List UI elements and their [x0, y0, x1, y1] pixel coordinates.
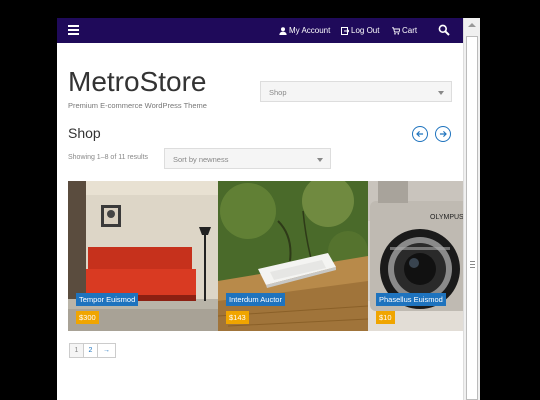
- product-name[interactable]: Interdum Auctor: [226, 293, 285, 306]
- page-2-button[interactable]: 2: [83, 343, 98, 358]
- camera-brand-mark: OLYMPUS: [430, 214, 463, 221]
- product-name[interactable]: Tempor Euismod: [76, 293, 139, 306]
- top-bar: My Account Log Out Cart: [57, 18, 463, 43]
- user-icon: [279, 26, 287, 35]
- sort-select[interactable]: Sort by newness: [164, 148, 331, 169]
- vertical-scrollbar[interactable]: [463, 18, 480, 400]
- shop-select-value: Shop: [269, 88, 287, 97]
- shop-category-select[interactable]: Shop: [260, 81, 452, 102]
- product-price: $143: [226, 311, 249, 324]
- product-grid: Tempor Euismod $300 Interdum Auctor $143: [68, 181, 463, 331]
- prev-arrow-button[interactable]: [412, 126, 428, 142]
- product-image-sofa: [68, 181, 218, 331]
- product-price: $300: [76, 311, 99, 324]
- log-out-label: Log Out: [351, 26, 380, 35]
- product-card[interactable]: Tempor Euismod $300: [68, 181, 218, 331]
- next-page-button[interactable]: →: [97, 343, 116, 358]
- product-image-camera: OLYMPUS: [368, 181, 463, 331]
- log-out-link[interactable]: Log Out: [341, 26, 379, 35]
- pagination: 1 2 →: [69, 343, 116, 358]
- my-account-link[interactable]: My Account: [279, 26, 330, 35]
- scrollbar-grip-icon: [470, 261, 475, 270]
- result-count: Showing 1–8 of 11 results: [68, 154, 149, 161]
- cart-label: Cart: [402, 26, 418, 35]
- site-logo[interactable]: MetroStore: [68, 66, 207, 98]
- product-name[interactable]: Phasellus Euismod: [376, 293, 446, 306]
- site-tagline: Premium E-commerce WordPress Theme: [68, 101, 207, 110]
- chevron-down-icon: [438, 91, 444, 95]
- product-image-phone: [218, 181, 368, 331]
- chevron-down-icon: [317, 158, 323, 162]
- page-title: Shop: [68, 125, 101, 141]
- scroll-up-arrow-icon[interactable]: [468, 23, 476, 27]
- search-icon[interactable]: [438, 24, 450, 36]
- next-arrow-button[interactable]: [435, 126, 451, 142]
- hamburger-menu-icon[interactable]: [68, 25, 79, 35]
- product-card[interactable]: OLYMPUS Phasellus Euismod $10: [368, 181, 463, 331]
- browser-viewport: My Account Log Out Cart MetroStore Premi…: [57, 18, 463, 400]
- my-account-label: My Account: [289, 26, 331, 35]
- product-card[interactable]: Interdum Auctor $143: [218, 181, 368, 331]
- cart-link[interactable]: Cart: [392, 26, 417, 35]
- scrollbar-thumb[interactable]: [466, 36, 478, 400]
- product-price: $10: [376, 311, 395, 324]
- log-out-icon: [341, 26, 349, 35]
- cart-icon: [392, 26, 400, 35]
- page-1-button: 1: [69, 343, 84, 358]
- sort-select-value: Sort by newness: [173, 155, 229, 164]
